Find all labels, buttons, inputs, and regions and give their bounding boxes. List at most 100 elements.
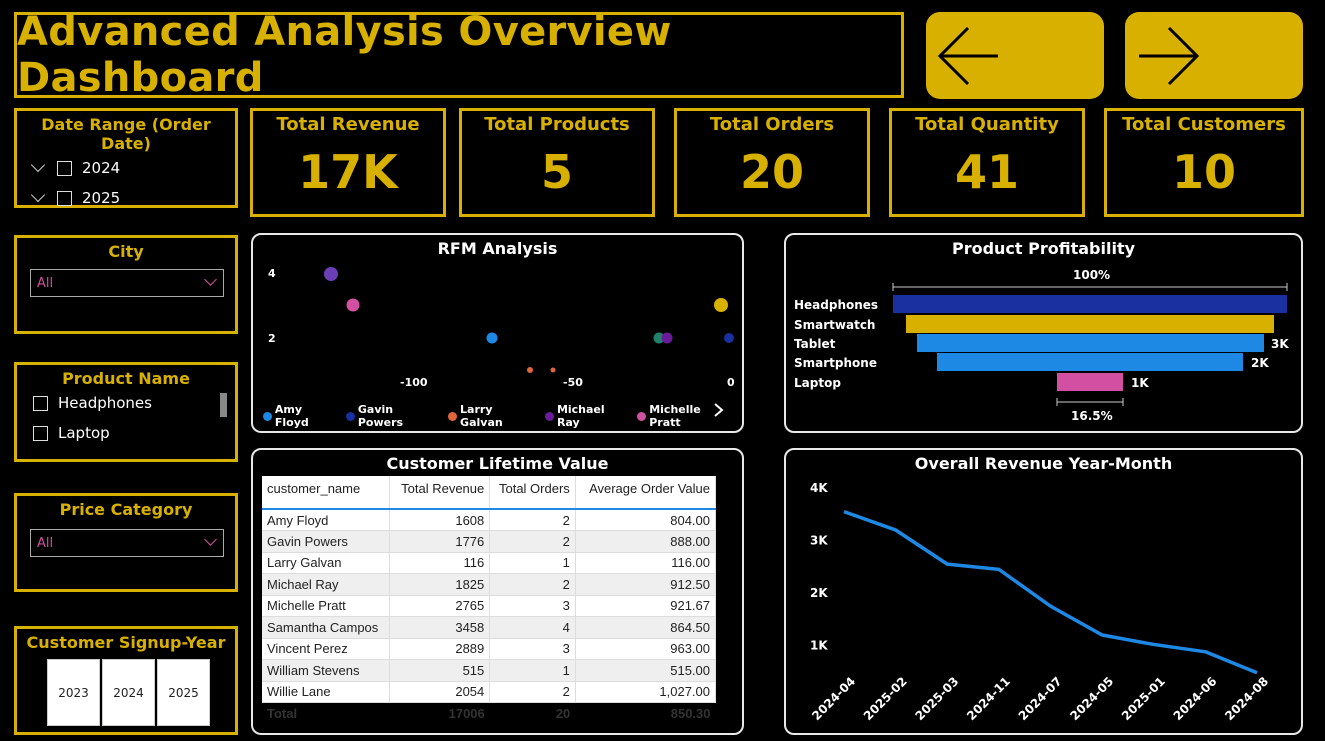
x-tick-label: 2025-01 [1119,674,1168,723]
funnel-bar[interactable] [917,334,1264,352]
scatter-point[interactable] [346,298,360,312]
chevron-down-icon[interactable] [30,157,46,173]
x-tick-label: 2024-06 [1171,674,1220,723]
legend-item[interactable]: Larry Galvan [448,403,538,429]
table-cell: 2889 [389,638,491,660]
customer-lifetime-value-panel: Customer Lifetime Value customer_name To… [251,448,744,735]
table-cell: 1 [489,552,576,574]
column-header-average-order-value[interactable]: Average Order Value [575,476,717,510]
y-tick-label: 4K [810,481,828,495]
scatter-point[interactable] [714,298,728,312]
funnel-bar[interactable] [893,295,1287,313]
slicer-title: Customer Signup-Year [26,633,226,652]
total-cell: Total [262,702,390,725]
scatter-point[interactable] [527,367,533,373]
scatter-point[interactable] [486,332,498,344]
funnel-value-label: 3K [1271,337,1289,351]
chevron-down-icon [204,273,217,286]
signup-year-slicer: Customer Signup-Year 2023 2024 2025 [14,626,238,735]
table-cell: 2054 [389,681,491,703]
checkbox[interactable] [33,395,48,411]
revenue-line-chart: 4K3K2K1K2024-04 2025-02 2025-03 2024-11 2024… [809,481,1271,723]
checkbox[interactable] [57,190,72,206]
price-category-dropdown[interactable]: All [30,529,224,557]
column-header-total-revenue[interactable]: Total Revenue [389,476,491,510]
table-cell: 864.50 [575,616,717,639]
table-row[interactable]: Michael Ray 1825 2 912.50 [262,573,717,596]
city-dropdown[interactable]: All [30,269,224,297]
slicer-item-label: 2025 [82,189,121,207]
slicer-item-label: Headphones [58,394,152,412]
arrow-left-icon [937,26,998,86]
funnel-category-label: Smartwatch [794,318,875,332]
table-cell: Michael Ray [262,573,391,596]
x-tick-label: 2024-11 [964,674,1013,723]
table-total-row: Total 17006 20 850.30 [262,702,716,725]
slicer-item-2025[interactable]: 2025 [30,183,235,213]
kpi-value: 10 [1171,145,1236,199]
funnel-category-label: Smartphone [794,356,877,370]
scatter-point[interactable] [661,332,673,344]
slicer-item-2024[interactable]: 2024 [30,153,235,183]
legend-next-icon[interactable] [713,402,725,418]
x-tick-label: -50 [563,376,583,389]
legend-item[interactable]: Amy Floyd [263,403,339,429]
x-tick-label: 2024-08 [1222,674,1271,723]
chevron-down-icon[interactable] [30,187,46,203]
product-profitability-panel: Product Profitability 100% Headphones Sm… [784,233,1303,433]
scatter-point[interactable] [724,333,734,343]
funnel-bar[interactable] [1057,373,1123,391]
column-header-total-orders[interactable]: Total Orders [489,476,576,510]
table-row[interactable]: Gavin Powers 1776 2 888.00 [262,530,717,553]
table-row[interactable]: Samantha Campos 3458 4 864.50 [262,616,717,639]
arrow-right-icon [1139,26,1200,86]
funnel-category-label: Headphones [794,298,878,312]
funnel-category-label: Tablet [794,337,836,351]
panel-title: Customer Lifetime Value [386,454,609,473]
funnel-category-label: Laptop [794,376,841,390]
kpi-value: 41 [954,145,1019,199]
legend-item[interactable]: Gavin Powers [345,403,441,429]
slicer-item-label: Laptop [58,424,110,442]
table-row[interactable]: Amy Floyd 1608 2 804.00 [262,509,717,531]
y-tick-label: 1K [810,639,828,653]
kpi-label: Total Orders [709,114,835,135]
scrollbar[interactable] [220,393,227,417]
table-row[interactable]: Larry Galvan 116 1 116.00 [262,552,717,574]
scatter-point[interactable] [550,367,556,373]
slicer-item-laptop[interactable]: Laptop [33,418,235,448]
kpi-total-orders: Total Orders 20 [674,108,870,217]
funnel-bar[interactable] [937,353,1243,371]
legend-item[interactable]: Michael Ray [545,403,630,429]
year-tile-2025[interactable]: 2025 [157,659,210,726]
back-button[interactable] [926,12,1104,99]
funnel-top-label: 100% [1073,268,1110,282]
year-tile-2024[interactable]: 2024 [102,659,155,726]
product-name-slicer: Product Name Headphones Laptop [14,362,238,462]
date-range-slicer: Date Range (Order Date) 2024 2025 [14,108,238,208]
year-tile-2023[interactable]: 2023 [47,659,100,726]
table-row[interactable]: Willie Lane 2054 2 1,027.00 [262,681,717,703]
table-cell: Michelle Pratt [262,595,391,617]
slicer-item-headphones[interactable]: Headphones [33,388,235,418]
dropdown-value: All [37,275,54,291]
forward-button[interactable] [1125,12,1303,99]
table-cell: 1 [489,659,576,682]
table-cell: 1825 [389,573,491,596]
checkbox[interactable] [33,425,48,441]
x-tick-label: 2024-05 [1067,674,1116,723]
total-cell: 850.30 [575,702,716,725]
funnel-bar[interactable] [906,315,1274,333]
legend-dot [545,411,554,421]
table-cell: Amy Floyd [262,509,391,531]
x-tick-label: -100 [400,376,428,389]
table-row[interactable]: Vincent Perez 2889 3 963.00 [262,638,717,660]
table-row[interactable]: Michelle Pratt 2765 3 921.67 [262,595,717,617]
table-row[interactable]: William Stevens 515 1 515.00 [262,659,717,682]
checkbox[interactable] [57,160,72,176]
series-line[interactable] [843,509,1258,675]
column-header-customer-name[interactable]: customer_name [262,476,391,510]
scatter-point[interactable] [324,267,338,281]
table-cell: 2765 [389,595,491,617]
kpi-total-customers: Total Customers 10 [1104,108,1304,217]
